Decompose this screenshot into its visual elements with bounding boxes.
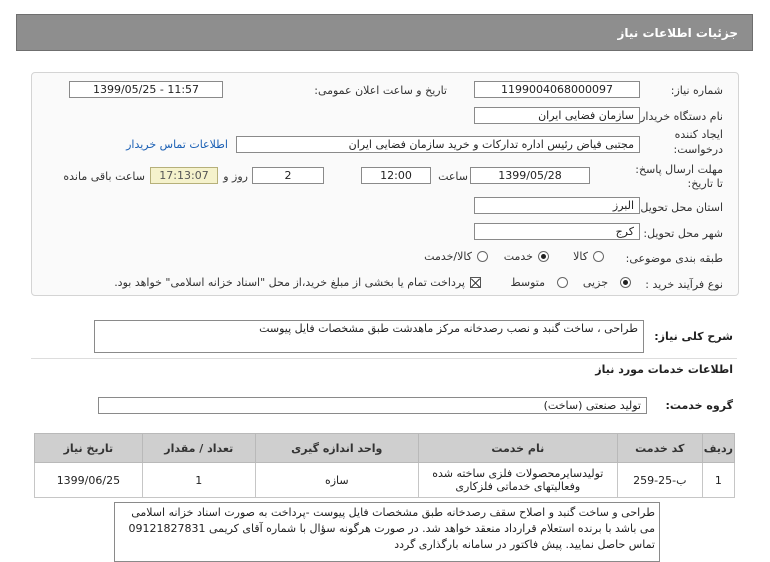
col-unit-header: واحد اندازه گیری: [254, 433, 419, 463]
services-section-title: اطلاعات خدمات مورد نیاز: [595, 363, 733, 376]
city-field: کرج: [474, 223, 640, 240]
process-option-medium: متوسط: [510, 276, 545, 289]
category-option-service: خدمت: [503, 250, 533, 263]
remaining-time-field: 17:13:07: [150, 167, 218, 184]
creator-field: مجتبی فیاض رئیس اداره تدارکات و خرید ساز…: [236, 136, 640, 153]
payment-note: پرداخت تمام یا بخشی از مبلغ خرید،از محل …: [114, 276, 465, 289]
divider: [31, 358, 737, 359]
days-label: روز و: [223, 170, 248, 183]
deadline-label-2: تا تاریخ:: [687, 177, 723, 190]
category-label: طبقه بندی موضوعی:: [625, 252, 723, 265]
city-label: شهر محل تحویل:: [643, 227, 723, 240]
process-option-minor: جزیی: [582, 276, 608, 289]
process-label: نوع فرآیند خرید :: [645, 278, 723, 291]
cell-qty: 1: [141, 462, 256, 498]
deadline-time-field: 12:00: [361, 167, 431, 184]
category-radio-service[interactable]: [538, 251, 549, 262]
process-radio-medium[interactable]: [557, 277, 568, 288]
col-qty-header: تعداد / مقدار: [141, 433, 256, 463]
category-option-goods: کالا: [573, 250, 588, 263]
summary-label: شرح کلی نیاز:: [654, 330, 733, 343]
page-header: جزئیات اطلاعات نیاز: [16, 14, 753, 51]
creator-label-1: ایجاد کننده: [674, 128, 723, 141]
table-header-row: ردیف کد خدمت نام خدمت واحد اندازه گیری ت…: [34, 433, 736, 463]
cell-name: تولیدسایرمحصولات فلزی ساخته شده وفعالیته…: [417, 462, 618, 498]
buyer-org-label: نام دستگاه خریدار:: [636, 110, 723, 123]
page-title: جزئیات اطلاعات نیاز: [617, 26, 738, 40]
cell-date: 1399/06/25: [34, 462, 143, 498]
col-date-header: تاریخ نیاز: [34, 433, 143, 463]
category-radio-goods-service[interactable]: [477, 251, 488, 262]
days-field: 2: [252, 167, 324, 184]
remaining-time-label: ساعت باقی مانده: [63, 170, 145, 183]
treasury-payment-checkbox[interactable]: [470, 277, 481, 288]
category-option-goods-service: کالا/خدمت: [424, 250, 472, 263]
need-number-label: شماره نیاز:: [670, 84, 723, 97]
cell-unit: سازه: [254, 462, 419, 498]
process-radio-minor[interactable]: [620, 277, 631, 288]
col-code-header: کد خدمت: [616, 433, 703, 463]
province-field: البرز: [474, 197, 640, 214]
buyer-contact-link[interactable]: اطلاعات تماس خریدار: [126, 138, 228, 151]
province-label: استان محل تحویل:: [636, 201, 723, 214]
cell-row: 1: [701, 462, 736, 498]
col-name-header: نام خدمت: [417, 433, 618, 463]
deadline-date-field: 1399/05/28: [470, 167, 590, 184]
announce-label: تاریخ و ساعت اعلان عمومی:: [314, 84, 447, 97]
buyer-org-field: سازمان فضایی ایران: [474, 107, 640, 124]
deadline-time-label: ساعت: [438, 170, 468, 183]
description-field: طراحی و ساخت گنبد و اصلاح سقف رصدخانه طب…: [114, 502, 660, 562]
summary-field: طراحی ، ساخت گنبد و نصب رصدخانه مرکز ماه…: [94, 320, 644, 353]
need-number-field: 1199004068000097: [474, 81, 640, 98]
cell-code: ب-25-259: [616, 462, 703, 498]
service-group-label: گروه خدمت:: [665, 399, 733, 412]
announce-field: 1399/05/25 - 11:57: [69, 81, 223, 98]
col-row-header: ردیف: [701, 433, 736, 463]
category-radio-goods[interactable]: [593, 251, 604, 262]
deadline-label-1: مهلت ارسال پاسخ:: [635, 163, 723, 176]
creator-label-2: درخواست:: [673, 143, 723, 156]
services-table: ردیف کد خدمت نام خدمت واحد اندازه گیری ت…: [34, 433, 736, 498]
service-group-field: تولید صنعتی (ساخت): [98, 397, 647, 414]
table-row: 1 ب-25-259 تولیدسایرمحصولات فلزی ساخته ش…: [34, 462, 736, 498]
